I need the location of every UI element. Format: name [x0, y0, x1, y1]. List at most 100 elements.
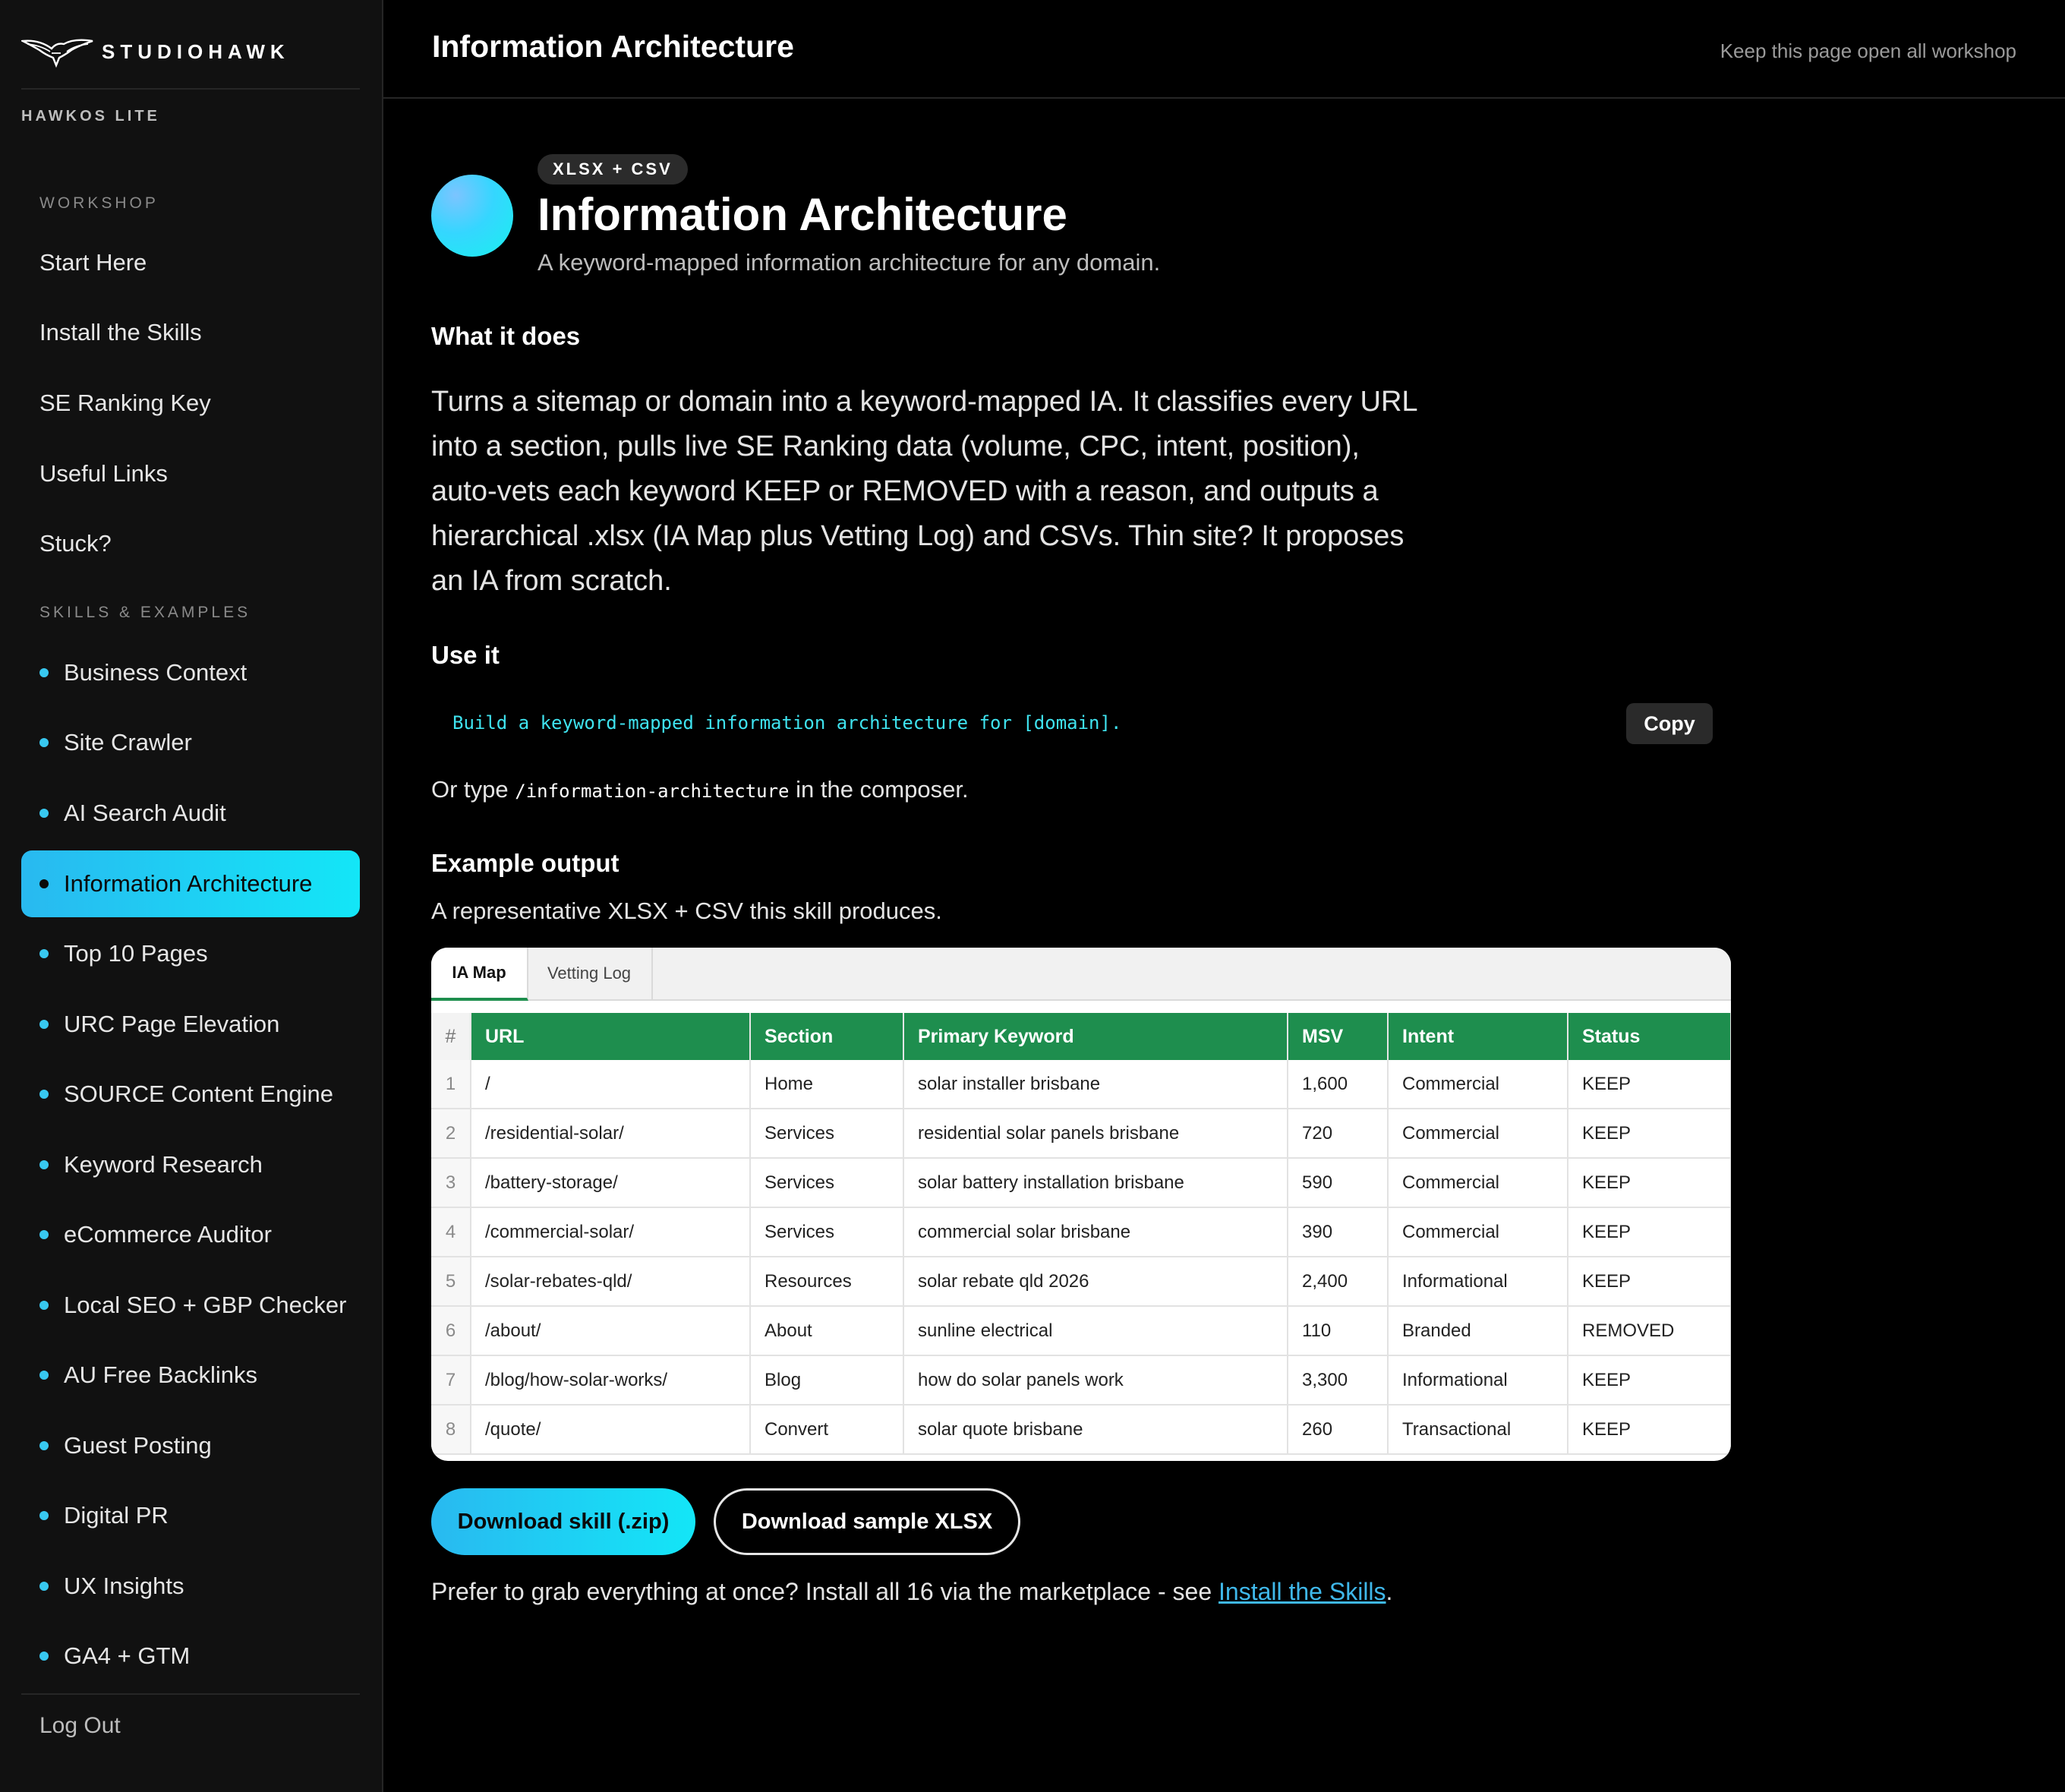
table-cell: KEEP: [1568, 1060, 1731, 1109]
table-cell: /quote/: [471, 1405, 751, 1455]
table-cell: Commercial: [1388, 1158, 1568, 1208]
table-row: 1 / Home solar installer brisbane 1,600 …: [431, 1060, 1731, 1109]
what-it-does-body: Turns a sitemap or domain into a keyword…: [431, 386, 1417, 597]
nav-label: Business Context: [64, 659, 247, 686]
table-row: 3 /battery-storage/ Services solar batte…: [431, 1158, 1731, 1208]
sidebar: STUDIOHAWK HAWKOS LITE WORKSHOP Start He…: [0, 0, 383, 1792]
install-skills-link[interactable]: Install the Skills: [1219, 1578, 1386, 1605]
nav-label: Keyword Research: [64, 1151, 263, 1178]
nav-start-here[interactable]: Start Here: [21, 229, 360, 296]
table-cell: 3,300: [1288, 1355, 1389, 1406]
nav-skill-source-content-engine[interactable]: SOURCE Content Engine: [21, 1061, 360, 1128]
copy-button[interactable]: Copy: [1626, 703, 1713, 744]
table-cell: KEEP: [1568, 1158, 1731, 1208]
table-header-row: # URL Section Primary Keyword MSV Intent…: [431, 1013, 1731, 1060]
nav-useful-links[interactable]: Useful Links: [21, 440, 360, 507]
nav-skill-ai-search-audit[interactable]: AI Search Audit: [21, 780, 360, 847]
table-row: 5 /solar-rebates-qld/ Resources solar re…: [431, 1257, 1731, 1307]
install-note-suffix: .: [1386, 1578, 1393, 1605]
table-cell: 110: [1288, 1306, 1389, 1356]
table-cell: residential solar panels brisbane: [903, 1109, 1288, 1159]
nav-label: SOURCE Content Engine: [64, 1081, 333, 1107]
nav-skill-business-context[interactable]: Business Context: [21, 639, 360, 706]
table-cell: About: [750, 1306, 904, 1356]
sheet-tabs: IA Map Vetting Log: [431, 948, 1731, 1001]
table-cell: solar quote brisbane: [903, 1405, 1288, 1455]
command-hint: Or type /information-architecture in the…: [431, 776, 969, 803]
nav-label: Guest Posting: [64, 1432, 212, 1459]
table-cell: 590: [1288, 1158, 1389, 1208]
nav-skill-digital-pr[interactable]: Digital PR: [21, 1482, 360, 1549]
column-header: Primary Keyword: [903, 1013, 1288, 1060]
download-sample-button[interactable]: Download sample XLSX: [714, 1488, 1020, 1555]
bullet-dot-icon: [39, 879, 49, 888]
command-code: /information-architecture: [515, 781, 790, 802]
table-cell: 390: [1288, 1207, 1389, 1257]
nav-label: GA4 + GTM: [64, 1642, 191, 1669]
logout-link[interactable]: Log Out: [39, 1713, 121, 1739]
brand-logo[interactable]: STUDIOHAWK: [21, 33, 290, 70]
nav-install-skills[interactable]: Install the Skills: [21, 299, 360, 366]
nav-skill-ux-insights[interactable]: UX Insights: [21, 1553, 360, 1620]
nav-skill-information-architecture[interactable]: Information Architecture: [21, 850, 360, 917]
row-number: 5: [431, 1257, 471, 1307]
bullet-dot-icon: [39, 668, 49, 677]
hawk-logo-icon: [21, 35, 94, 68]
table-cell: /: [471, 1060, 751, 1109]
sidebar-divider: [21, 88, 360, 90]
tab-ia-map[interactable]: IA Map: [431, 948, 528, 1001]
nav-label: Start Here: [39, 249, 147, 276]
bullet-dot-icon: [39, 1441, 49, 1450]
format-badge: XLSX + CSV: [538, 154, 688, 185]
nav-label: Site Crawler: [64, 729, 192, 756]
download-skill-button[interactable]: Download skill (.zip): [431, 1488, 695, 1555]
nav-label: Stuck?: [39, 530, 112, 557]
table-cell: /battery-storage/: [471, 1158, 751, 1208]
nav-skill-site-crawler[interactable]: Site Crawler: [21, 709, 360, 776]
nav-label: Local SEO + GBP Checker: [64, 1292, 347, 1318]
row-number: 7: [431, 1355, 471, 1406]
row-number: 4: [431, 1207, 471, 1257]
table-cell: Branded: [1388, 1306, 1568, 1356]
table-cell: /residential-solar/: [471, 1109, 751, 1159]
table-cell: KEEP: [1568, 1355, 1731, 1406]
nav-skill-ga4-gtm[interactable]: GA4 + GTM: [21, 1623, 360, 1689]
tab-vetting-log[interactable]: Vetting Log: [527, 948, 653, 999]
nav-stuck[interactable]: Stuck?: [21, 510, 360, 577]
nav-skill-keyword-research[interactable]: Keyword Research: [21, 1131, 360, 1198]
nav-skill-urc-page-elevation[interactable]: URC Page Elevation: [21, 991, 360, 1058]
row-number: 8: [431, 1405, 471, 1455]
table-cell: /solar-rebates-qld/: [471, 1257, 751, 1307]
nav-skill-au-free-backlinks[interactable]: AU Free Backlinks: [21, 1342, 360, 1409]
nav-skill-local-seo-gbp[interactable]: Local SEO + GBP Checker: [21, 1272, 360, 1339]
table-cell: Informational: [1388, 1355, 1568, 1406]
table-cell: commercial solar brisbane: [903, 1207, 1288, 1257]
table-cell: Services: [750, 1207, 904, 1257]
command-hint-prefix: Or type: [431, 776, 515, 803]
row-number: 3: [431, 1158, 471, 1208]
nav-label: Information Architecture: [64, 870, 313, 897]
nav-label: SE Ranking Key: [39, 390, 211, 416]
table-cell: /commercial-solar/: [471, 1207, 751, 1257]
table-row: 7 /blog/how-solar-works/ Blog how do sol…: [431, 1355, 1731, 1406]
what-it-does-heading: What it does: [431, 322, 581, 350]
table-cell: 260: [1288, 1405, 1389, 1455]
row-number: 1: [431, 1060, 471, 1109]
table-cell: Transactional: [1388, 1405, 1568, 1455]
bullet-dot-icon: [39, 1582, 49, 1591]
nav-skill-guest-posting[interactable]: Guest Posting: [21, 1412, 360, 1479]
install-note-prefix: Prefer to grab everything at once? Insta…: [431, 1578, 1219, 1605]
nav-se-ranking-key[interactable]: SE Ranking Key: [21, 370, 360, 437]
row-number: 2: [431, 1109, 471, 1159]
skill-title: Information Architecture: [538, 189, 1067, 240]
nav-label: Useful Links: [39, 460, 168, 487]
nav-skill-top-10-pages[interactable]: Top 10 Pages: [21, 920, 360, 987]
table-cell: Services: [750, 1158, 904, 1208]
table-cell: /about/: [471, 1306, 751, 1356]
column-header: URL: [471, 1013, 751, 1060]
skill-subtitle: A keyword-mapped information architectur…: [538, 249, 1161, 276]
table-cell: solar rebate qld 2026: [903, 1257, 1288, 1307]
top-bar: Information Architecture Keep this page …: [383, 0, 2065, 99]
nav-skill-ecommerce-auditor[interactable]: eCommerce Auditor: [21, 1201, 360, 1268]
column-header: #: [431, 1013, 471, 1060]
